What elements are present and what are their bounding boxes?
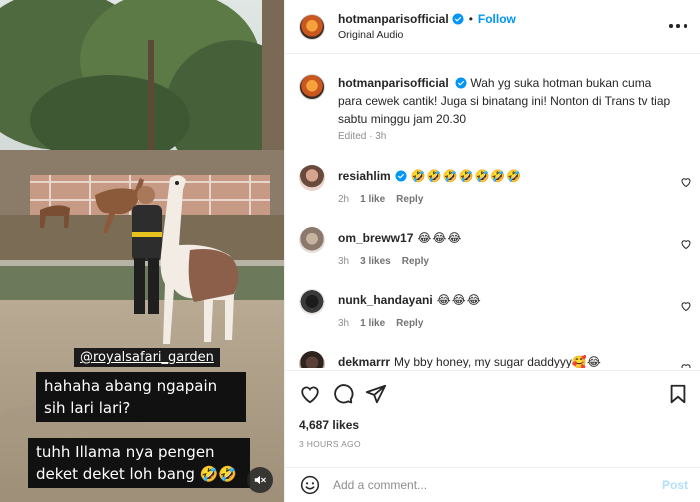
reply-button[interactable]: Reply — [396, 318, 423, 329]
author-username[interactable]: hotmanparisofficial — [338, 12, 449, 26]
reply-button[interactable]: Reply — [402, 256, 429, 267]
comment-text: 😂😂😂 — [436, 293, 482, 307]
like-comment-heart-icon[interactable] — [680, 362, 692, 368]
verified-badge-icon — [455, 77, 467, 89]
follow-button[interactable]: Follow — [478, 12, 516, 26]
video-player[interactable]: @royalsafari_garden hahaha abang ngapain… — [0, 0, 284, 502]
comment-username[interactable]: nunk_handayani — [338, 293, 433, 307]
avatar[interactable] — [299, 74, 325, 100]
verified-badge-icon — [452, 13, 464, 25]
audio-label[interactable]: Original Audio — [338, 29, 516, 41]
comment-text: 😂😂😂 — [417, 231, 463, 245]
video-frame-image — [0, 0, 284, 502]
comment-icon[interactable] — [332, 383, 354, 405]
comment-username[interactable]: dekmarrr — [338, 355, 390, 368]
caption-meta: Edited · 3h — [338, 131, 387, 142]
comment-likes[interactable]: 1 like — [360, 318, 385, 329]
avatar[interactable] — [299, 165, 325, 191]
like-comment-heart-icon[interactable] — [680, 238, 692, 250]
post-caption: hotmanparisofficial Wah yg suka hotman b… — [299, 74, 689, 128]
verified-badge-icon — [395, 170, 407, 182]
comment-item: nunk_handayani 😂😂😂 3h 1 like Reply — [299, 289, 692, 339]
add-comment-input[interactable] — [333, 474, 633, 496]
video-account-tag: @royalsafari_garden — [74, 348, 220, 367]
share-icon[interactable] — [365, 383, 387, 405]
caption-username[interactable]: hotmanparisofficial — [338, 76, 449, 90]
video-caption-line-2: tuhh Illama nya pengen deket deket loh b… — [28, 438, 250, 488]
post-comment-button[interactable]: Post — [662, 478, 688, 492]
comment-time: 3h — [338, 256, 350, 267]
heart-icon[interactable] — [299, 383, 321, 405]
mute-button[interactable] — [247, 467, 273, 493]
comment-time: 2h — [338, 194, 350, 205]
comment-username[interactable]: resiahlim — [338, 169, 391, 183]
like-comment-heart-icon[interactable] — [680, 176, 692, 188]
avatar[interactable] — [299, 13, 325, 40]
avatar[interactable] — [299, 351, 325, 368]
bookmark-icon[interactable] — [667, 383, 689, 405]
avatar[interactable] — [299, 289, 325, 315]
reply-button[interactable]: Reply — [396, 194, 423, 205]
post-side-panel: hotmanparisofficial • Follow Original Au… — [284, 0, 700, 502]
comment-time: 3h — [338, 318, 350, 329]
post-time: 3 HOURS AGO — [299, 439, 361, 449]
separator-dot: • — [468, 12, 473, 26]
video-caption-line-1: hahaha abang ngapain sih lari lari? — [36, 372, 246, 422]
comments-section[interactable]: hotmanparisofficial Wah yg suka hotman b… — [285, 55, 700, 368]
comment-text: My bby honey, my sugar daddyyy🥰😂 — [394, 355, 601, 368]
like-comment-heart-icon[interactable] — [680, 300, 692, 312]
speaker-muted-icon — [254, 475, 266, 485]
post-header: hotmanparisofficial • Follow Original Au… — [285, 0, 700, 54]
comment-username[interactable]: om_breww17 — [338, 231, 413, 245]
comment-item: om_breww17 😂😂😂 3h 3 likes Reply — [299, 227, 692, 277]
add-comment-bar: Post — [285, 467, 700, 499]
comment-likes[interactable]: 3 likes — [360, 256, 391, 267]
instagram-post-view: @royalsafari_garden hahaha abang ngapain… — [0, 0, 700, 502]
likes-count[interactable]: 4,687 likes — [299, 418, 359, 432]
post-actions: 4,687 likes 3 HOURS AGO Post — [285, 370, 700, 498]
avatar[interactable] — [299, 227, 325, 253]
more-options-icon[interactable] — [669, 20, 687, 32]
comment-item: resiahlim 🤣🤣🤣🤣🤣🤣🤣 2h 1 like Reply — [299, 165, 692, 215]
comment-item: dekmarrr My bby honey, my sugar daddyyy🥰… — [299, 351, 692, 368]
comment-text: 🤣🤣🤣🤣🤣🤣🤣 — [410, 169, 523, 183]
comment-likes[interactable]: 1 like — [360, 194, 385, 205]
emoji-icon[interactable] — [300, 475, 320, 495]
